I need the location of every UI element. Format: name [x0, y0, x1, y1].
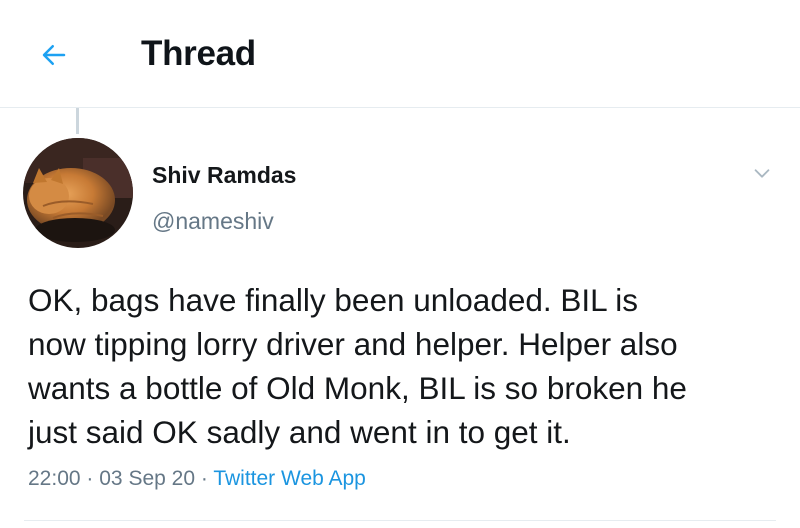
author-handle[interactable]: @nameshiv [152, 208, 274, 235]
avatar[interactable] [23, 138, 133, 248]
page-title: Thread [141, 34, 256, 73]
tweet-meta: 22:00 · 03 Sep 20 · Twitter Web App [28, 467, 366, 491]
tweet-source-link[interactable]: Twitter Web App [213, 467, 366, 490]
meta-separator: · [200, 467, 208, 490]
back-arrow-icon [42, 45, 66, 65]
cat-avatar-image [23, 138, 133, 248]
more-options-button[interactable] [748, 160, 776, 186]
back-button[interactable] [34, 38, 74, 72]
header-bar: Thread [0, 0, 800, 108]
tweet-text: OK, bags have finally been unloaded. BIL… [28, 282, 687, 450]
chevron-down-icon [754, 169, 770, 178]
thread-connector-line [76, 108, 79, 134]
thread-screen: Thread Shiv Ramdas @nameshiv OK, bags ha… [0, 0, 800, 528]
author-name[interactable]: Shiv Ramdas [152, 162, 296, 189]
divider [24, 520, 776, 521]
meta-separator: · [86, 467, 94, 490]
tweet-time[interactable]: 22:00 [28, 467, 81, 490]
tweet-date[interactable]: 03 Sep 20 [99, 467, 195, 490]
